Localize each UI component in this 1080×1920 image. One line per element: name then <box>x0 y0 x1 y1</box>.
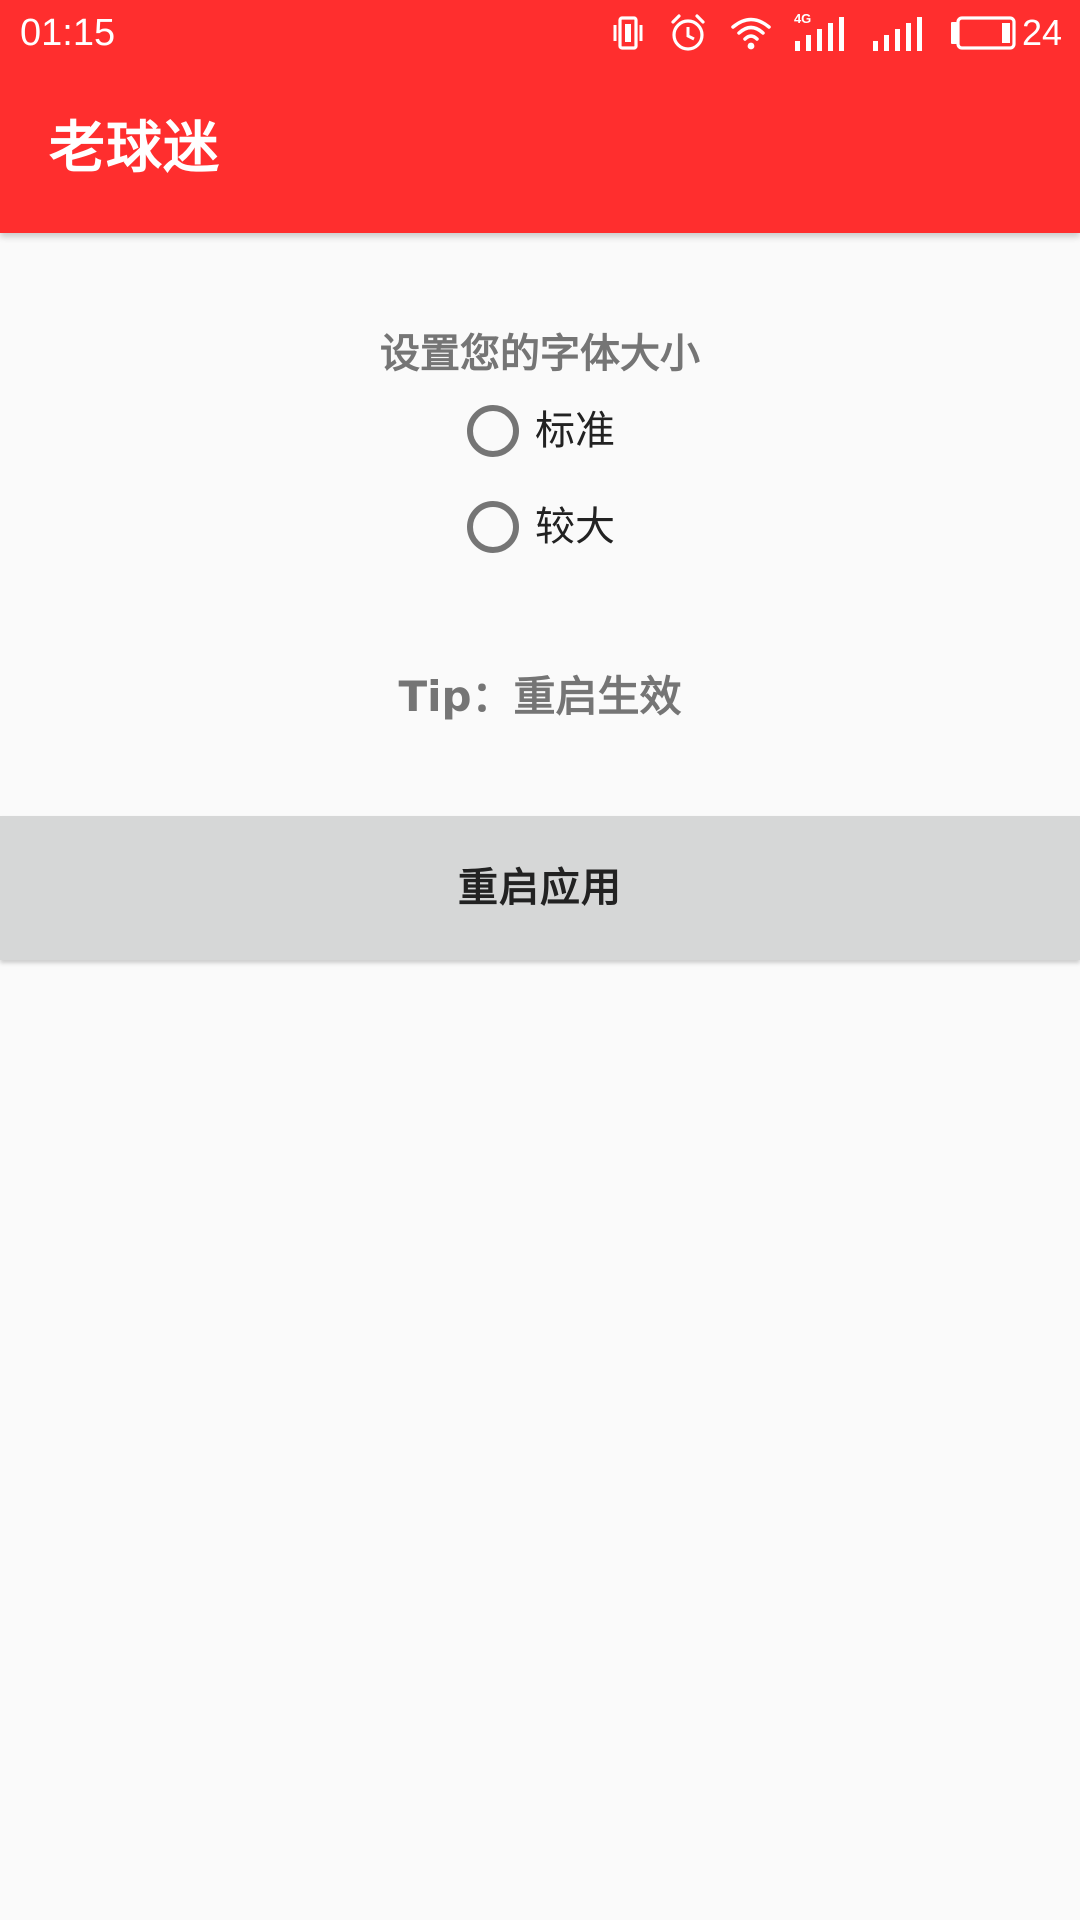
option-label-standard: 标准 <box>535 408 615 454</box>
restart-tip: Tip：重启生效 <box>398 672 682 721</box>
option-label-large: 较大 <box>535 504 615 550</box>
app-title: 老球迷 <box>49 116 220 181</box>
font-size-option-standard[interactable]: 标准 <box>467 399 615 463</box>
battery-indicator: 24 <box>950 13 1062 53</box>
font-size-option-large[interactable]: 较大 <box>467 495 615 559</box>
status-bar: 01:15 4G 24 <box>0 0 1080 66</box>
radio-button-icon[interactable] <box>467 501 519 553</box>
status-time: 01:15 <box>20 12 116 54</box>
signal-4g-icon: 4G <box>794 11 850 53</box>
vibrate-icon <box>610 15 646 51</box>
restart-app-label: 重启应用 <box>458 865 622 911</box>
battery-icon <box>950 16 1016 50</box>
radio-button-icon[interactable] <box>467 405 519 457</box>
signal-icon <box>872 13 928 53</box>
font-size-title: 设置您的字体大小 <box>380 331 700 377</box>
status-icons: 4G 24 <box>610 10 1062 56</box>
restart-app-button[interactable]: 重启应用 <box>0 816 1080 960</box>
wifi-icon <box>730 15 772 51</box>
alarm-icon <box>668 13 708 53</box>
battery-level: 24 <box>1021 12 1062 53</box>
app-bar: 01:15 4G 24 老球迷 <box>0 0 1080 233</box>
app-screen: 01:15 4G 24 老球迷 设置您的字体大小 标准 较大 Tip：重启生效 … <box>0 0 1080 1920</box>
